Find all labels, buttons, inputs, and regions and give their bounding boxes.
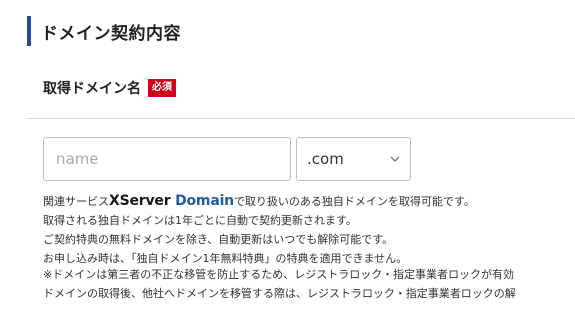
- tld-selected-value: .com: [307, 150, 344, 168]
- accent-bar: [27, 16, 31, 46]
- service-info: 関連サービスXServer Domainで取り扱いのある独自ドメインを取得可能で…: [43, 192, 475, 268]
- field-label-row: 取得ドメイン名 必須: [43, 78, 176, 98]
- info-line-3: ご契約特典の無料ドメインを除き、自動更新はいつでも解除可能です。: [43, 233, 394, 246]
- xserver-domain-logo: XServer Domain: [109, 193, 234, 209]
- note-line-1: ※ドメインは第三者の不正な移管を防止するため、レジストラロック・指定事業者ロック…: [43, 268, 514, 281]
- chevron-down-icon: [390, 156, 400, 162]
- note-line-2: ドメインの取得後、他社へドメインを移管する際は、レジストラロック・指定事業者ロッ…: [43, 287, 516, 300]
- domain-name-label: 取得ドメイン名: [43, 81, 141, 97]
- divider: [27, 118, 575, 119]
- required-badge: 必須: [148, 79, 176, 97]
- section-header: ドメイン契約内容: [27, 16, 181, 46]
- tld-select[interactable]: .com: [296, 137, 411, 181]
- domain-name-input[interactable]: [43, 137, 291, 181]
- info-line-1: 関連サービスXServer Domainで取り扱いのある独自ドメインを取得可能で…: [43, 193, 475, 209]
- section-title: ドメイン契約内容: [41, 23, 181, 44]
- lock-notes: ※ドメインは第三者の不正な移管を防止するため、レジストラロック・指定事業者ロック…: [43, 265, 516, 303]
- info-line-2: 取得される独自ドメインは1年ごとに自動で契約更新されます。: [43, 214, 357, 227]
